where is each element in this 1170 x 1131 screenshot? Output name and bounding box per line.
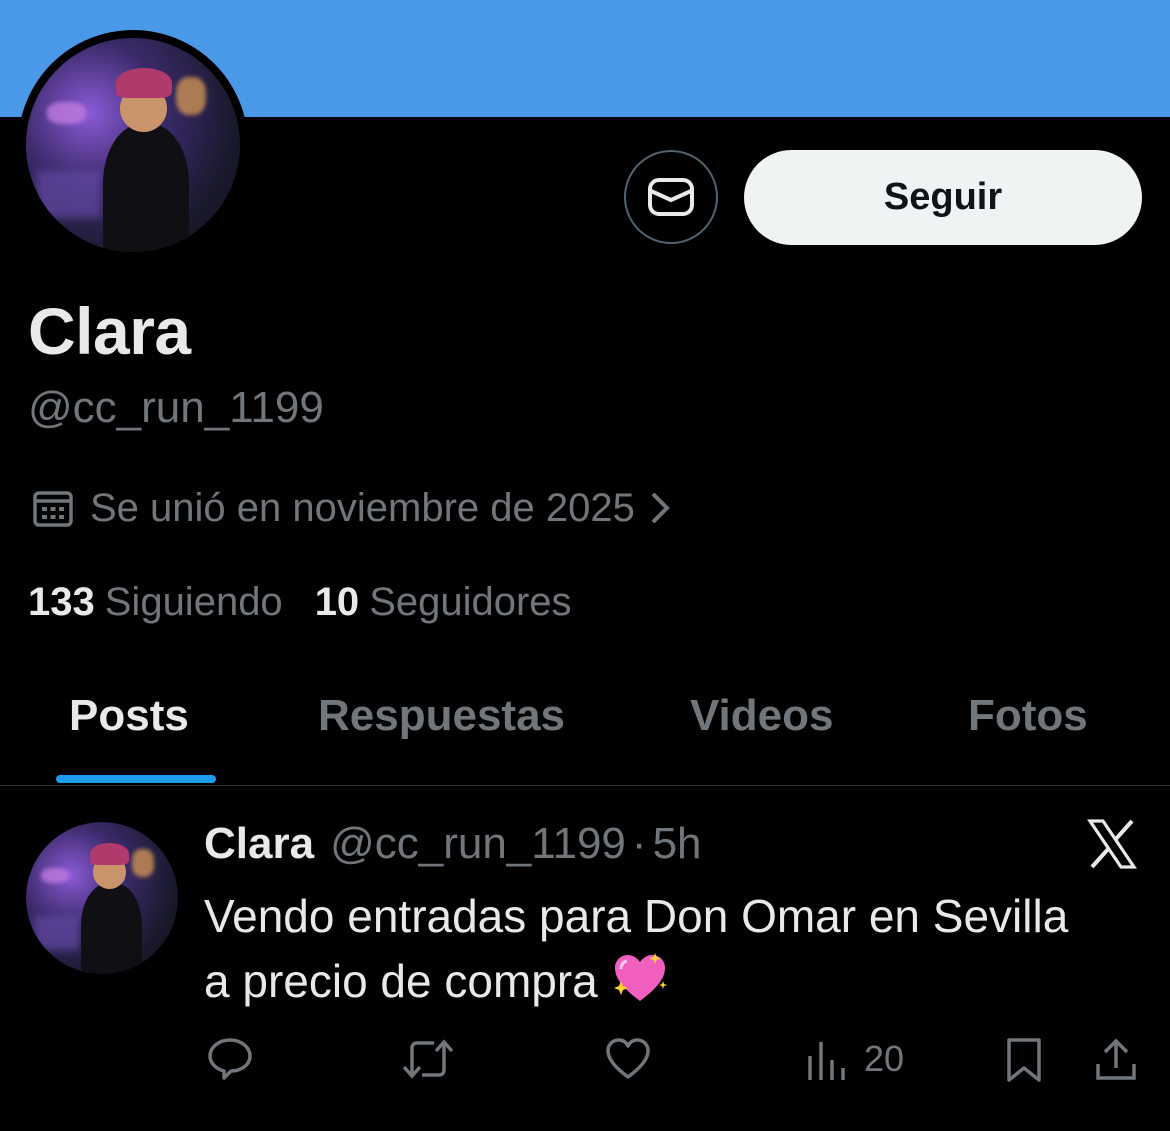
tab-replies[interactable]: Respuestas (318, 694, 565, 738)
post-avatar[interactable] (26, 822, 178, 974)
follow-stats: 133 Siguiendo 10 Seguidores (28, 582, 572, 622)
bookmark-button[interactable] (1004, 1036, 1044, 1084)
repost-button[interactable] (400, 1036, 456, 1082)
calendar-icon (32, 488, 74, 528)
views-button[interactable]: 20 (806, 1036, 904, 1082)
tab-posts[interactable]: Posts (69, 694, 189, 738)
post-author-photo (26, 822, 178, 974)
following-count: 133 (28, 580, 95, 624)
joined-date-row[interactable]: Se unió en noviembre de 2025 (32, 488, 673, 528)
post-separator: · (631, 819, 647, 868)
followers-stat[interactable]: 10 Seguidores (315, 582, 572, 622)
followers-label: Seguidores (369, 580, 572, 624)
tab-videos[interactable]: Videos (690, 694, 833, 738)
reply-button[interactable] (206, 1036, 254, 1082)
sparkling-heart-icon (611, 951, 669, 1005)
views-icon (808, 1042, 845, 1080)
post-author-handle[interactable]: @cc_run_1199 (330, 822, 626, 866)
x-logo-icon (1086, 818, 1138, 875)
envelope-icon (648, 178, 694, 216)
views-count: 20 (864, 1038, 905, 1079)
profile-handle: @cc_run_1199 (28, 383, 324, 432)
follow-button[interactable]: Seguir (744, 150, 1142, 245)
followers-count: 10 (314, 580, 360, 624)
reply-icon (208, 1038, 252, 1080)
active-tab-indicator (56, 775, 216, 783)
tabs-divider (0, 785, 1170, 786)
like-button[interactable] (604, 1036, 652, 1082)
profile-avatar[interactable] (18, 30, 248, 260)
post-author-name[interactable]: Clara (204, 822, 314, 866)
share-button[interactable] (1094, 1036, 1138, 1084)
post-body: Vendo entradas para Don Omar en Sevilla … (204, 884, 1104, 1014)
repost-icon (402, 1039, 454, 1079)
like-icon (606, 1038, 650, 1079)
tab-photos[interactable]: Fotos (968, 694, 1088, 738)
post-timestamp[interactable]: 5h (653, 822, 702, 866)
chevron-right-icon (647, 488, 673, 528)
following-label: Siguiendo (104, 580, 283, 624)
post-header: Clara @cc_run_1199 · 5h (204, 822, 702, 866)
bookmark-icon (1007, 1038, 1041, 1082)
profile-photo (26, 38, 240, 252)
message-button[interactable] (624, 150, 718, 244)
following-stat[interactable]: 133 Siguiendo (28, 582, 283, 622)
share-icon (1096, 1038, 1136, 1080)
joined-date-text: Se unió en noviembre de 2025 (90, 486, 635, 530)
profile-name: Clara (28, 294, 191, 368)
